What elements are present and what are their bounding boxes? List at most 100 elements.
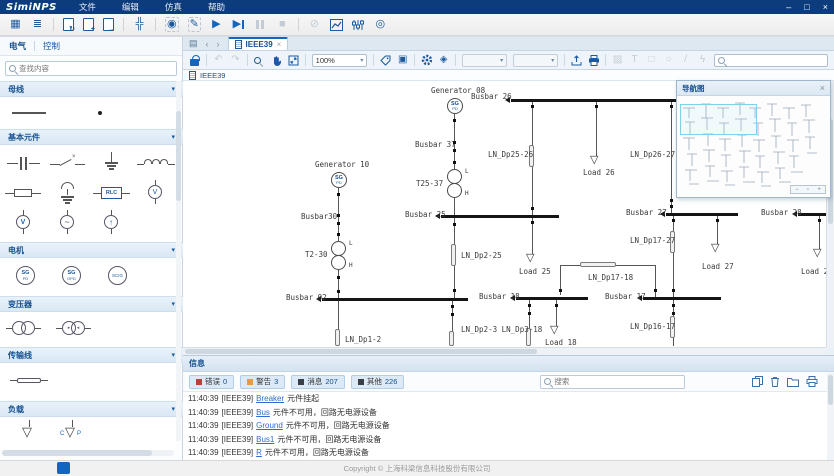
generator-08-symbol[interactable]: SGPD xyxy=(447,98,463,114)
tab-list-icon[interactable]: ▤ xyxy=(189,38,198,49)
current-source-item[interactable]: ↑ xyxy=(92,210,132,236)
voltage-meter-item[interactable]: V xyxy=(4,210,44,236)
filter-errors[interactable]: 错误 0 xyxy=(189,375,234,389)
target-mode-icon[interactable]: ◉ xyxy=(165,17,179,32)
nav-zoom-control[interactable]: −▫+ xyxy=(790,185,826,194)
surge-arrester-item[interactable] xyxy=(48,180,88,206)
zoom-icon[interactable] xyxy=(254,57,265,64)
tab-control[interactable]: 控制 xyxy=(43,40,60,52)
export-icon[interactable] xyxy=(571,55,582,66)
line-ln-dp1-2-symbol[interactable] xyxy=(335,329,340,346)
file-add-icon[interactable]: + xyxy=(83,18,94,31)
component-search-input[interactable] xyxy=(19,64,173,73)
pan-hand-icon[interactable] xyxy=(271,55,282,66)
generator-10-symbol[interactable]: SGPD xyxy=(331,172,347,188)
clear-log-icon[interactable] xyxy=(770,376,780,387)
tab-ieee39[interactable]: IEEE39 × xyxy=(228,37,289,50)
canvas-horizontal-scrollbar[interactable] xyxy=(183,347,826,355)
log-scrollbar[interactable] xyxy=(827,373,834,461)
minimize-button[interactable]: – xyxy=(786,0,791,14)
busbar-25[interactable] xyxy=(441,215,559,218)
chart-icon[interactable] xyxy=(330,17,343,32)
transformer-t2-30-symbol[interactable] xyxy=(331,241,346,256)
section-transmission-lines[interactable]: 传输线 ▾ xyxy=(0,347,183,363)
ellipse-tool-icon[interactable]: ○ xyxy=(663,55,674,65)
insert-image-icon[interactable]: ▨ xyxy=(612,55,623,65)
component-search[interactable] xyxy=(5,61,177,76)
load-27-symbol[interactable]: ▽ xyxy=(711,242,719,253)
resistor-item[interactable] xyxy=(4,180,44,206)
tag-icon[interactable] xyxy=(380,55,391,66)
disconnect-icon[interactable]: ⊘ xyxy=(308,17,321,32)
canvas-search[interactable] xyxy=(714,54,828,67)
close-button[interactable]: × xyxy=(823,0,828,14)
breaker-item[interactable]: × xyxy=(48,150,88,176)
dashboard-icon[interactable]: ▦ xyxy=(9,17,22,32)
load-26-symbol[interactable]: ▽ xyxy=(590,154,598,165)
file-sync-icon[interactable]: ↻ xyxy=(63,18,74,31)
style-select-1[interactable]: ▾ xyxy=(462,54,507,67)
nav-panel-header[interactable]: 导航图 × xyxy=(677,81,830,96)
line-tool-icon[interactable]: / xyxy=(680,55,691,65)
sg-opd-machine-item[interactable]: SG OPD xyxy=(62,266,81,285)
parameters-icon[interactable] xyxy=(352,17,365,32)
menu-simulation[interactable]: 仿真 xyxy=(165,1,182,13)
menu-help[interactable]: 帮助 xyxy=(208,1,225,13)
busbar-28[interactable] xyxy=(798,213,826,216)
section-transformers[interactable]: 变压器 ▾ xyxy=(0,296,183,312)
log-element-link[interactable]: Breaker xyxy=(256,394,284,403)
close-icon[interactable]: × xyxy=(820,83,825,93)
polyline-tool-icon[interactable]: ϟ xyxy=(697,55,708,65)
busbar-27[interactable] xyxy=(666,213,738,216)
print-log-icon[interactable] xyxy=(806,376,818,387)
grid-save-icon[interactable]: ▣ xyxy=(397,55,408,65)
zoom-level-select[interactable]: 100% ▾ xyxy=(312,54,368,67)
scig-machine-item[interactable]: SCIG xyxy=(108,266,127,285)
filter-others[interactable]: 其他 226 xyxy=(351,375,405,389)
canvas-search-input[interactable] xyxy=(728,57,824,64)
transformer-t2-30-symbol[interactable] xyxy=(331,255,346,270)
transformer-t25-37-symbol[interactable] xyxy=(447,183,462,198)
copy-log-icon[interactable] xyxy=(752,376,763,387)
busbar-18[interactable] xyxy=(516,297,588,300)
section-loads[interactable]: 负载 ▾ xyxy=(0,401,183,417)
style-select-2[interactable]: ▾ xyxy=(513,54,558,67)
nav-viewport-rect[interactable] xyxy=(680,104,757,135)
layers-icon[interactable]: ◈ xyxy=(438,55,449,65)
model-tree-icon[interactable]: ╬ xyxy=(133,17,146,32)
busbar-17[interactable] xyxy=(643,297,721,300)
line-ln-dp2-25-symbol[interactable] xyxy=(451,244,456,266)
text-tool-icon[interactable]: T xyxy=(629,55,640,65)
transformer-t25-37-symbol[interactable] xyxy=(447,169,462,184)
log-search-input[interactable] xyxy=(554,377,681,386)
print-icon[interactable] xyxy=(588,55,599,66)
open-log-folder-icon[interactable] xyxy=(787,377,799,387)
maximize-button[interactable]: □ xyxy=(804,0,809,14)
settings-gear-icon[interactable] xyxy=(421,54,432,66)
rect-tool-icon[interactable]: □ xyxy=(646,55,657,65)
file-export-icon[interactable]: → xyxy=(103,18,114,31)
tab-next-icon[interactable]: › xyxy=(217,39,220,49)
tab-prev-icon[interactable]: ‹ xyxy=(206,39,209,49)
line-ln-dp17-18-symbol[interactable] xyxy=(580,262,616,267)
load-25-symbol[interactable]: ▽ xyxy=(526,252,534,263)
log-element-link[interactable]: Ground xyxy=(256,421,283,430)
menu-edit[interactable]: 编辑 xyxy=(122,1,139,13)
lock-icon[interactable] xyxy=(189,55,200,66)
section-busbar[interactable]: 母线 ▾ xyxy=(0,81,183,97)
fit-screen-icon[interactable] xyxy=(288,55,299,66)
sidebar-horizontal-scrollbar[interactable] xyxy=(2,450,174,456)
step-run-icon[interactable]: ▶ xyxy=(232,17,245,32)
busbar-point-item[interactable] xyxy=(98,111,102,115)
pause-icon[interactable] xyxy=(254,17,267,32)
line-ln-dp2-3-symbol[interactable] xyxy=(449,331,454,346)
inductor-item[interactable] xyxy=(136,150,176,176)
redo-icon[interactable]: ↷ xyxy=(230,55,241,65)
log-element-link[interactable]: Bus1 xyxy=(256,435,274,444)
sg-pd-machine-item[interactable]: SG PD xyxy=(16,266,35,285)
section-machines[interactable]: 电机 ▾ xyxy=(0,242,183,258)
busbar-02[interactable] xyxy=(322,298,468,301)
rlc-branch-item[interactable]: RLC xyxy=(92,180,132,206)
sidebar-vertical-scrollbar[interactable] xyxy=(176,81,181,441)
project-list-icon[interactable]: ≣ xyxy=(31,17,44,32)
